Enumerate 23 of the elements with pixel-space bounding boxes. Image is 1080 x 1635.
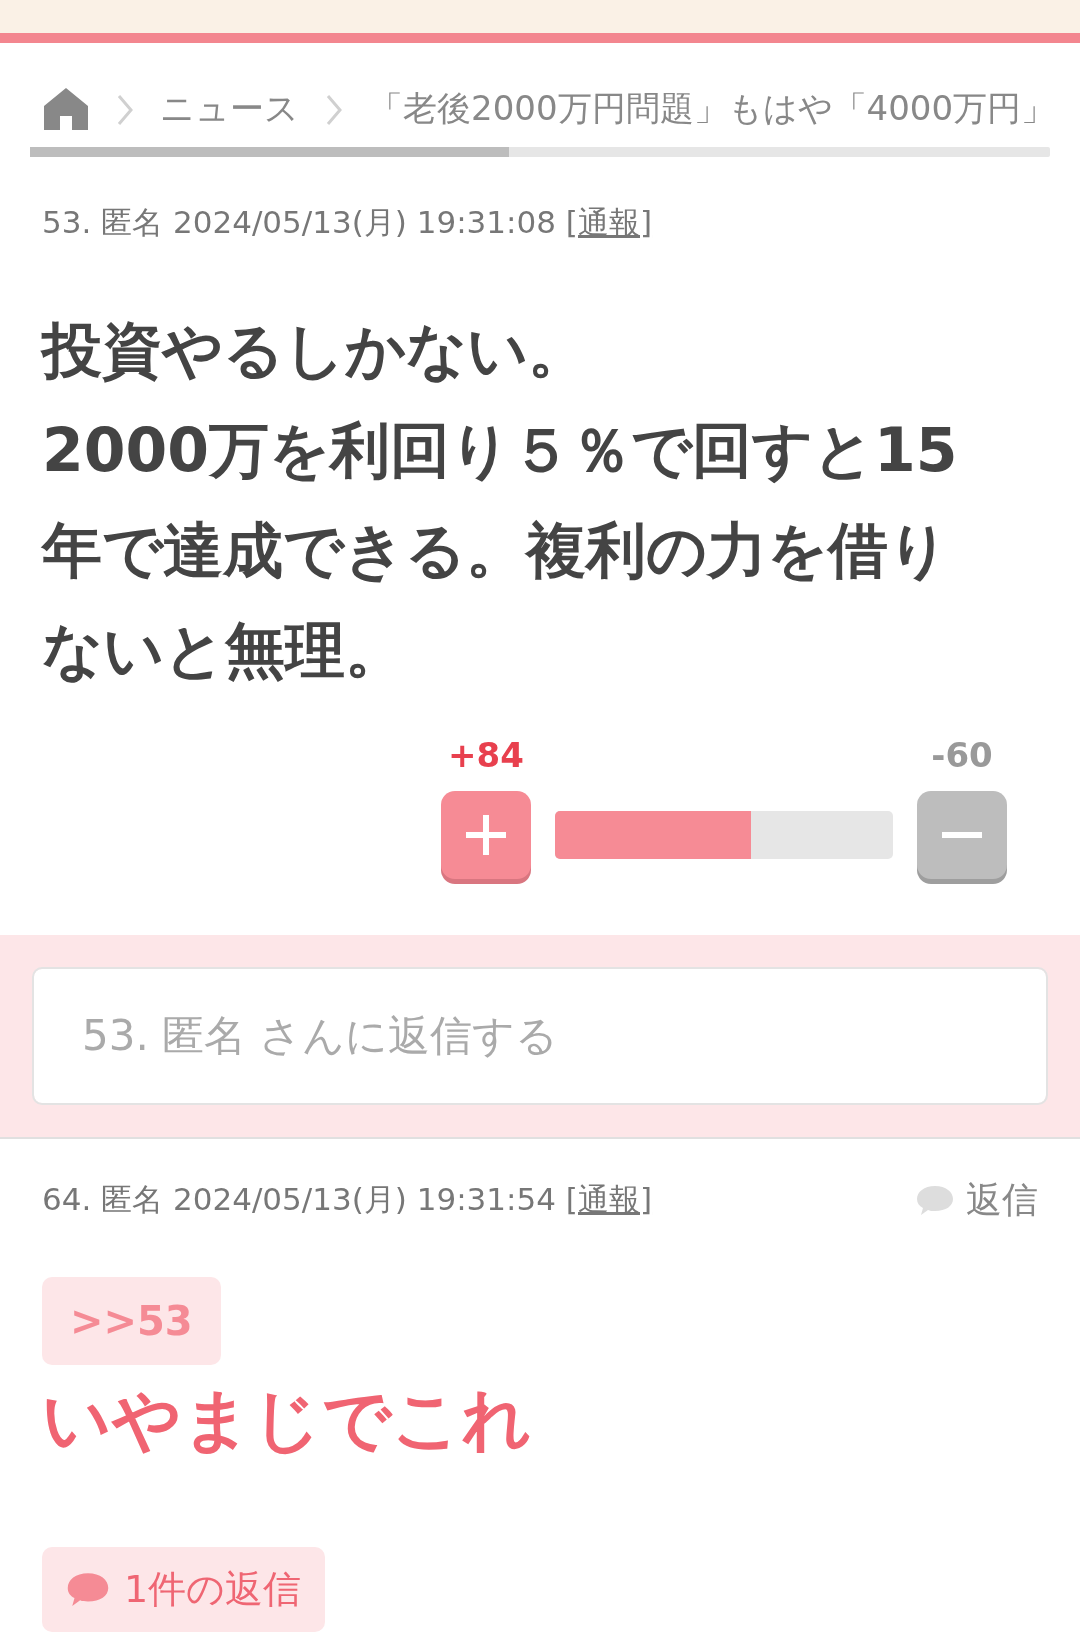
chevron-icon [325, 93, 343, 127]
reply-input-field[interactable]: 53. 匿名 さんに返信する [32, 966, 1048, 1105]
reply-link[interactable]: 返信 [916, 1172, 1038, 1227]
replies-button[interactable]: 1件の返信 [42, 1546, 326, 1632]
report-link[interactable]: [通報] [565, 1181, 652, 1218]
downvote-count: -60 [931, 733, 993, 777]
comment-meta: 64. 匿名 2024/05/13(月) 19:31:54 [通報] [42, 1180, 652, 1220]
chevron-icon [116, 93, 134, 127]
comment-meta: 53. 匿名 2024/05/13(月) 19:31:08 [通報] [42, 203, 652, 242]
breadcrumb-link[interactable]: 「老後2000万円問題」もはや「4000万円」 [369, 82, 1056, 134]
speech-bubble-icon [66, 1571, 110, 1607]
comment-text: いやまじでこれ [42, 1378, 533, 1461]
scroll-bar[interactable] [30, 147, 1050, 157]
home-icon[interactable] [42, 86, 90, 130]
reply-anchor-link[interactable]: >>53 [42, 1276, 221, 1365]
scroll-thumb[interactable] [30, 147, 510, 157]
plus-icon [464, 812, 508, 857]
breadcrumb-link[interactable]: ニュース [160, 82, 299, 134]
speech-bubble-icon [916, 1183, 954, 1216]
comment-text: 投資やるしかない。 2000万を利回り５％で回すと15年で達成できる。複利の力を借りないと無理。 [39, 313, 959, 687]
report-link[interactable]: [通報] [565, 204, 652, 240]
upvote-count: +84 [448, 733, 524, 777]
minus-icon [940, 830, 984, 839]
